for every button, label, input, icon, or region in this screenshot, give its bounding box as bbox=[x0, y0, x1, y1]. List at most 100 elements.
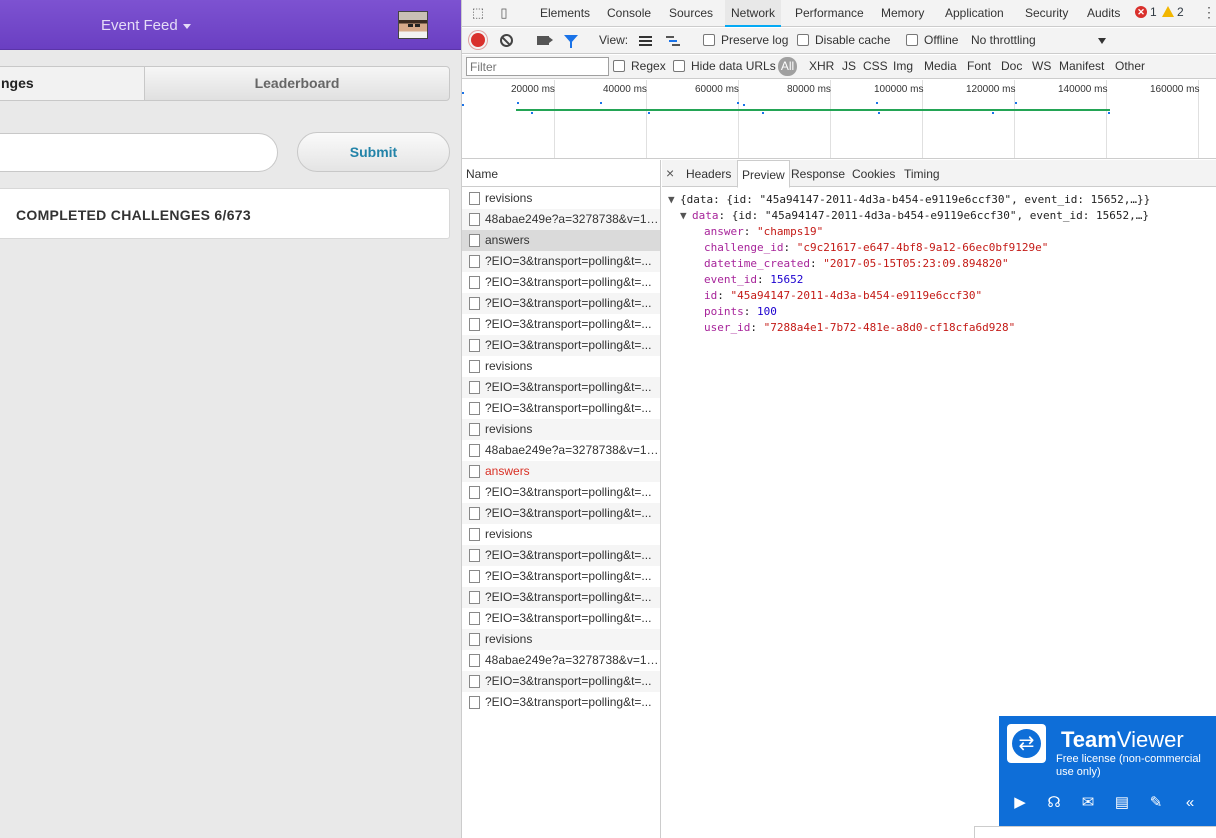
tab-timing[interactable]: Timing bbox=[904, 160, 940, 187]
tab-security[interactable]: Security bbox=[1025, 0, 1068, 27]
request-row[interactable]: ?EIO=3&transport=polling&t=... bbox=[462, 272, 660, 293]
request-row[interactable]: 48abae249e?a=3278738&v=10... bbox=[462, 209, 660, 230]
regex-checkbox[interactable] bbox=[613, 60, 625, 72]
network-overview-timeline[interactable]: 20000 ms 40000 ms 60000 ms 80000 ms 1000… bbox=[462, 80, 1216, 159]
request-row[interactable]: ?EIO=3&transport=polling&t=... bbox=[462, 671, 660, 692]
json-value: "45a94147-2011-4d3a-b454-e9119e6ccf30" bbox=[730, 289, 983, 302]
request-row[interactable]: ?EIO=3&transport=polling&t=... bbox=[462, 335, 660, 356]
video-icon[interactable]: ▶ bbox=[1011, 794, 1029, 812]
submit-button[interactable]: Submit bbox=[297, 132, 450, 172]
filter-input[interactable] bbox=[466, 57, 609, 76]
chat-icon[interactable]: ✉ bbox=[1079, 794, 1097, 812]
hide-data-urls-checkbox[interactable] bbox=[673, 60, 685, 72]
json-field[interactable]: datetime_created: "2017-05-15T05:23:09.8… bbox=[704, 256, 1009, 272]
collapse-icon[interactable]: « bbox=[1181, 794, 1199, 812]
device-toolbar-icon[interactable]: ▯ bbox=[496, 5, 512, 21]
request-row[interactable]: ?EIO=3&transport=polling&t=... bbox=[462, 587, 660, 608]
request-row[interactable]: ?EIO=3&transport=polling&t=... bbox=[462, 545, 660, 566]
request-row[interactable]: 48abae249e?a=3278738&v=10... bbox=[462, 440, 660, 461]
tab-headers[interactable]: Headers bbox=[686, 160, 731, 187]
type-filter-other[interactable]: Other bbox=[1115, 59, 1145, 73]
warning-icon[interactable] bbox=[1162, 6, 1174, 17]
tab-audits[interactable]: Audits bbox=[1087, 0, 1120, 27]
type-filter-css[interactable]: CSS bbox=[863, 59, 888, 73]
json-field[interactable]: answer: "champs19" bbox=[704, 224, 823, 240]
json-field[interactable]: challenge_id: "c9c21617-e647-4bf8-9a12-6… bbox=[704, 240, 1048, 256]
overview-toggle-icon[interactable] bbox=[666, 36, 680, 46]
tab-network[interactable]: Network bbox=[725, 0, 782, 27]
tab-application[interactable]: Application bbox=[945, 0, 1004, 27]
name-column-header[interactable]: Name bbox=[462, 160, 660, 187]
file-transfer-icon[interactable]: ▤ bbox=[1113, 794, 1131, 812]
tab-performance[interactable]: Performance bbox=[795, 0, 864, 27]
request-row[interactable]: ?EIO=3&transport=polling&t=... bbox=[462, 608, 660, 629]
type-filter-img[interactable]: Img bbox=[893, 59, 913, 73]
json-root-node[interactable]: ▼ {data: {id: "45a94147-2011-4d3a-b454-e9… bbox=[668, 192, 1150, 208]
expand-triangle-icon[interactable]: ▼ bbox=[680, 208, 692, 224]
request-row[interactable]: answers bbox=[462, 461, 660, 482]
tab-response[interactable]: Response bbox=[791, 160, 845, 187]
avatar[interactable] bbox=[398, 11, 428, 39]
tab-sources[interactable]: Sources bbox=[669, 0, 713, 27]
json-field[interactable]: user_id: "7288a4e1-7b72-481e-a8d0-cf18cf… bbox=[704, 320, 1015, 336]
request-row[interactable]: revisions bbox=[462, 629, 660, 650]
json-field[interactable]: event_id: 15652 bbox=[704, 272, 803, 288]
more-options-icon[interactable]: ⋮ bbox=[1202, 4, 1216, 21]
expand-triangle-icon[interactable]: ▼ bbox=[668, 192, 680, 208]
clear-icon[interactable] bbox=[500, 34, 513, 47]
capture-screenshots-icon[interactable] bbox=[537, 36, 553, 45]
tab-console[interactable]: Console bbox=[607, 0, 651, 27]
throttling-caret-icon[interactable] bbox=[1098, 38, 1106, 44]
tab-preview[interactable]: Preview bbox=[737, 160, 790, 188]
filter-icon[interactable] bbox=[564, 35, 578, 48]
disable-cache-checkbox[interactable] bbox=[797, 34, 809, 46]
request-row[interactable]: answers bbox=[462, 230, 660, 251]
request-row[interactable]: revisions bbox=[462, 419, 660, 440]
document-icon bbox=[469, 360, 480, 373]
json-field[interactable]: id: "45a94147-2011-4d3a-b454-e9119e6ccf3… bbox=[704, 288, 982, 304]
request-row[interactable]: revisions bbox=[462, 188, 660, 209]
headset-icon[interactable]: ☊ bbox=[1045, 794, 1063, 812]
type-filter-js[interactable]: JS bbox=[842, 59, 856, 73]
request-row[interactable]: ?EIO=3&transport=polling&t=... bbox=[462, 293, 660, 314]
json-field[interactable]: points: 100 bbox=[704, 304, 777, 320]
preserve-log-checkbox[interactable] bbox=[703, 34, 715, 46]
type-filter-font[interactable]: Font bbox=[967, 59, 991, 73]
tab-cookies[interactable]: Cookies bbox=[852, 160, 895, 187]
request-row[interactable]: ?EIO=3&transport=polling&t=... bbox=[462, 503, 660, 524]
request-row[interactable]: ?EIO=3&transport=polling&t=... bbox=[462, 377, 660, 398]
type-filter-media[interactable]: Media bbox=[924, 59, 957, 73]
request-row[interactable]: ?EIO=3&transport=polling&t=... bbox=[462, 314, 660, 335]
warning-count[interactable]: 2 bbox=[1177, 5, 1184, 19]
event-feed-dropdown[interactable]: Event Feed bbox=[101, 17, 191, 34]
type-filter-manifest[interactable]: Manifest bbox=[1059, 59, 1104, 73]
completed-challenges-card[interactable]: COMPLETED CHALLENGES 6/673 bbox=[0, 188, 450, 239]
large-rows-icon[interactable] bbox=[639, 36, 652, 46]
brush-icon[interactable]: ✎ bbox=[1147, 794, 1165, 812]
throttling-select[interactable]: No throttling bbox=[971, 33, 1036, 47]
tab-memory[interactable]: Memory bbox=[881, 0, 924, 27]
request-row[interactable]: revisions bbox=[462, 524, 660, 545]
json-data-node[interactable]: ▼ data: {id: "45a94147-2011-4d3a-b454-e91… bbox=[680, 208, 1149, 224]
answer-input[interactable] bbox=[0, 133, 278, 172]
request-row[interactable]: ?EIO=3&transport=polling&t=... bbox=[462, 398, 660, 419]
inspect-element-icon[interactable]: ⬚ bbox=[470, 5, 486, 21]
record-icon[interactable] bbox=[471, 33, 485, 47]
error-icon[interactable]: ✕ bbox=[1135, 6, 1147, 18]
tab-leaderboard[interactable]: Leaderboard bbox=[144, 66, 450, 101]
type-filter-ws[interactable]: WS bbox=[1032, 59, 1051, 73]
request-row[interactable]: revisions bbox=[462, 356, 660, 377]
type-filter-all[interactable]: All bbox=[778, 57, 797, 76]
request-row[interactable]: ?EIO=3&transport=polling&t=... bbox=[462, 482, 660, 503]
type-filter-doc[interactable]: Doc bbox=[1001, 59, 1022, 73]
close-icon[interactable]: × bbox=[666, 165, 674, 181]
type-filter-xhr[interactable]: XHR bbox=[809, 59, 834, 73]
tab-challenges[interactable]: nges bbox=[0, 66, 145, 101]
offline-checkbox[interactable] bbox=[906, 34, 918, 46]
error-count[interactable]: 1 bbox=[1150, 5, 1157, 19]
request-row[interactable]: ?EIO=3&transport=polling&t=... bbox=[462, 566, 660, 587]
tab-elements[interactable]: Elements bbox=[540, 0, 590, 27]
request-row[interactable]: 48abae249e?a=3278738&v=10... bbox=[462, 650, 660, 671]
request-row[interactable]: ?EIO=3&transport=polling&t=... bbox=[462, 251, 660, 272]
request-row[interactable]: ?EIO=3&transport=polling&t=... bbox=[462, 692, 660, 713]
